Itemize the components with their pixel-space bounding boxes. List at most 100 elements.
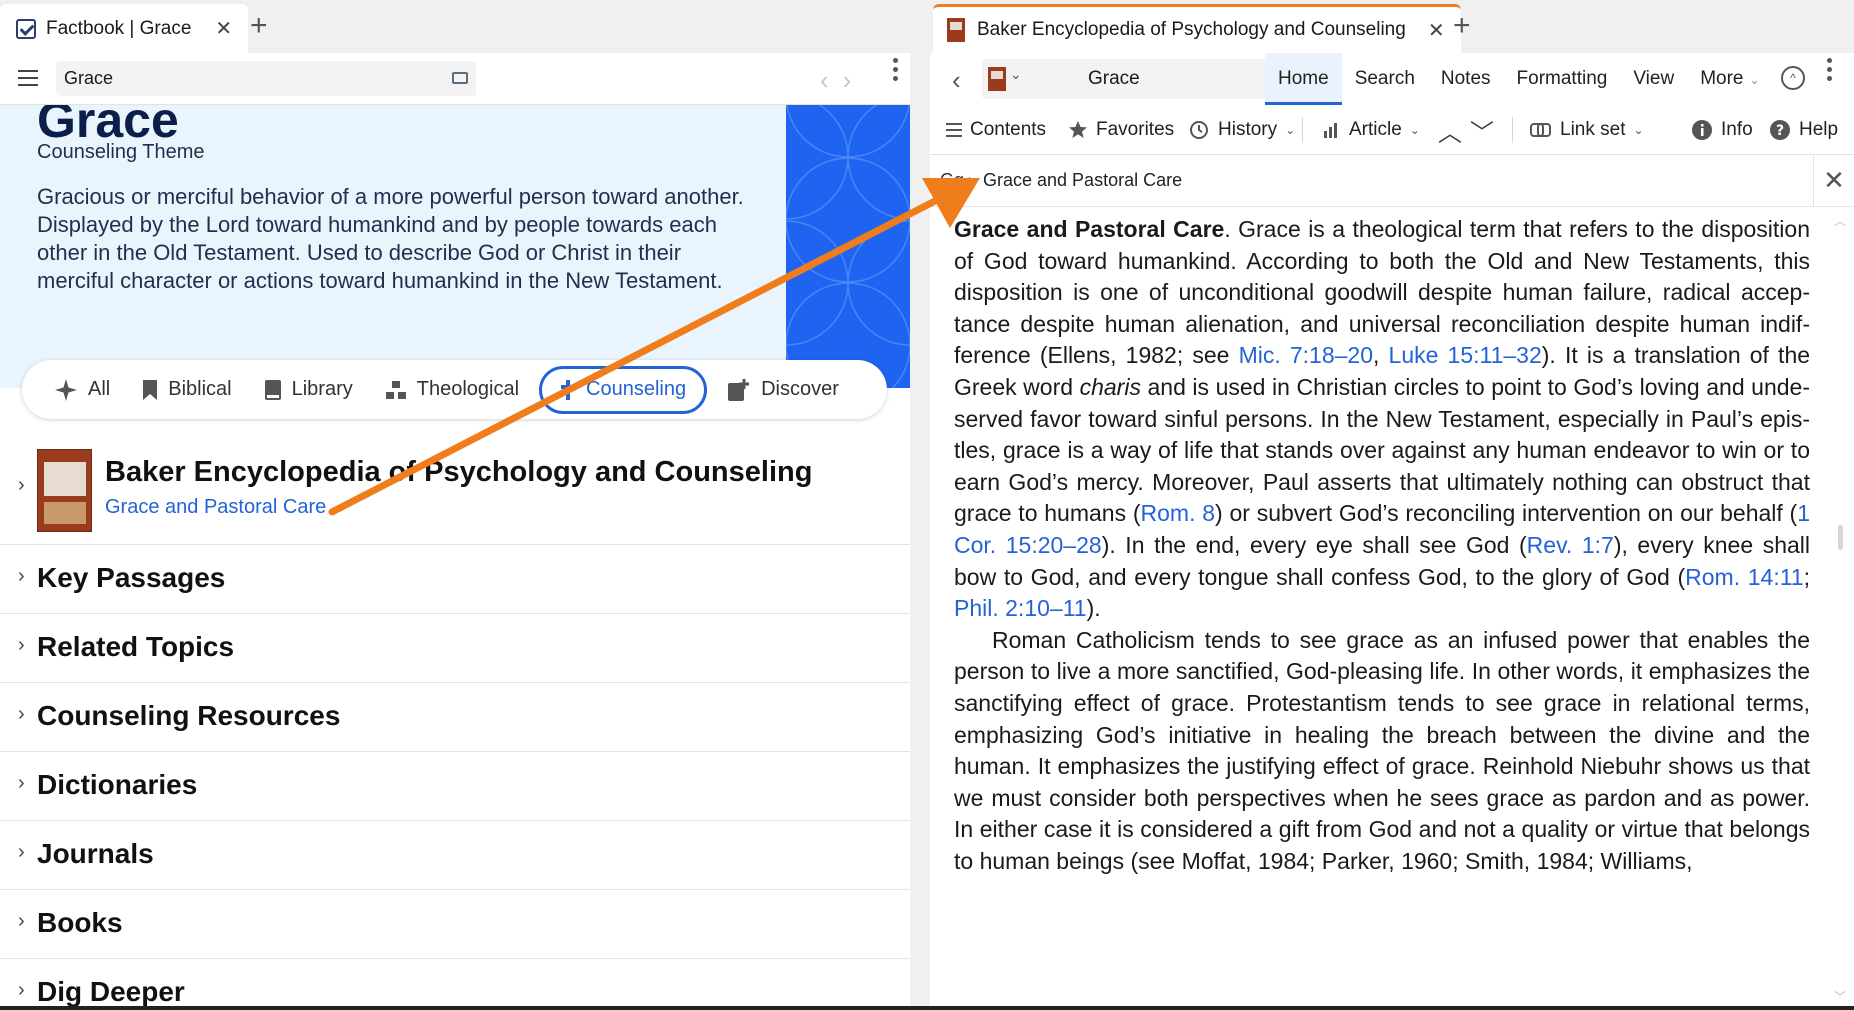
book-cover-image[interactable] <box>37 449 92 532</box>
breadcrumb-current[interactable]: Grace and Pastoral Care <box>983 170 1182 191</box>
left-tab-strip: Factbook | Grace ✕ + <box>0 0 910 53</box>
bookmark-icon <box>143 379 158 400</box>
menu-formatting[interactable]: Formatting <box>1504 53 1621 105</box>
reference-input[interactable]: Grace <box>1088 68 1140 90</box>
filter-label: Discover <box>761 378 839 400</box>
close-breadcrumb-icon[interactable]: ✕ <box>1813 155 1854 207</box>
filter-label: Theological <box>416 378 520 400</box>
scripture-link[interactable]: Mic. 7:18–20 <box>1239 342 1373 368</box>
forward-icon[interactable]: › <box>843 65 866 95</box>
book-result-row[interactable]: › Baker Encyclopedia of Psychology and C… <box>0 432 910 545</box>
back-icon[interactable]: ‹ <box>820 65 843 95</box>
breadcrumb-root[interactable]: Gg <box>940 170 964 191</box>
back-icon[interactable]: ‹ <box>952 65 961 96</box>
article-icon <box>1324 123 1337 138</box>
pane-splitter[interactable] <box>910 0 930 1010</box>
close-tab-icon[interactable]: ✕ <box>1428 18 1445 43</box>
new-tab-icon[interactable]: + <box>1453 8 1471 44</box>
book-article-link[interactable]: Grace and Pastoral Care <box>105 496 326 519</box>
expand-chevron-icon[interactable]: › <box>18 910 25 933</box>
resource-icon[interactable] <box>988 67 1006 91</box>
chevron-down-icon[interactable]: ⌄ <box>1010 66 1022 83</box>
scroll-down-icon[interactable]: ﹀ <box>1834 988 1846 1005</box>
section-journals[interactable]: › Journals <box>0 821 910 890</box>
section-dig-deeper[interactable]: › Dig Deeper <box>0 959 910 1010</box>
menu-home[interactable]: Home <box>1265 53 1342 105</box>
filter-library[interactable]: Library <box>252 366 365 414</box>
menu-icon[interactable] <box>18 70 38 86</box>
right-tab-strip: Baker Encyclopedia of Psychology and Cou… <box>930 0 1854 53</box>
expand-chevron-icon[interactable]: › <box>18 565 25 588</box>
info-button[interactable]: Info <box>1691 105 1753 155</box>
tab-factbook[interactable]: Factbook | Grace ✕ <box>0 4 249 53</box>
scripture-link[interactable]: Rom. 14:11 <box>1685 564 1803 590</box>
section-title: Counseling Resources <box>37 700 341 731</box>
scroll-top-icon[interactable]: ^ <box>1781 66 1805 90</box>
menu-notes[interactable]: Notes <box>1428 53 1504 105</box>
toolbar-divider <box>1302 117 1303 143</box>
topic-description: Gracious or merciful behavior of a more … <box>37 184 744 293</box>
book-title[interactable]: Baker Encyclopedia of Psychology and Cou… <box>105 456 812 489</box>
expand-chevron-icon[interactable]: › <box>18 772 25 795</box>
section-key-passages[interactable]: › Key Passages <box>0 545 910 614</box>
filter-all[interactable]: All <box>42 366 122 414</box>
history-nav: ‹› <box>820 65 865 96</box>
scroll-up-icon[interactable]: ︿ <box>1834 212 1846 229</box>
contents-button[interactable]: Contents <box>946 105 1046 155</box>
scripture-link[interactable]: Rom. 8 <box>1141 500 1216 526</box>
section-related-topics[interactable]: › Related Topics <box>0 614 910 683</box>
menu-view[interactable]: View <box>1620 53 1687 105</box>
filter-counseling[interactable]: Counseling <box>539 365 708 414</box>
section-counseling-resources[interactable]: › Counseling Resources <box>0 683 910 752</box>
factbook-address-bar: Grace ‹› <box>0 53 910 105</box>
filter-label: All <box>88 378 111 400</box>
book-icon <box>264 379 281 400</box>
section-title: Related Topics <box>37 631 235 662</box>
hierarchy-icon <box>385 380 406 399</box>
more-options-icon[interactable] <box>893 58 899 85</box>
article-text: ; <box>1803 563 1810 590</box>
next-article-icon[interactable]: ﹀ <box>1470 105 1494 155</box>
scrollbar-thumb[interactable] <box>1838 525 1843 550</box>
favorites-button[interactable]: Favorites <box>1068 105 1174 155</box>
menu-search[interactable]: Search <box>1342 53 1428 105</box>
help-button[interactable]: ? Help <box>1769 105 1838 155</box>
article-text: ). In the end, every eye shall see God ( <box>1101 531 1527 558</box>
filter-biblical[interactable]: Biblical <box>130 366 243 414</box>
scripture-link[interactable]: Luke 15:11–32 <box>1389 342 1542 368</box>
filter-discover[interactable]: Discover <box>715 366 851 414</box>
history-button[interactable]: History ⌄ <box>1188 105 1295 155</box>
hero-pattern-art <box>786 105 910 388</box>
keyboard-icon[interactable] <box>452 72 468 84</box>
more-options-icon[interactable] <box>1827 58 1833 85</box>
expand-chevron-icon[interactable]: › <box>18 703 25 726</box>
factbook-pane: Factbook | Grace ✕ + Grace ‹› Grace Coun… <box>0 0 910 1010</box>
filter-label: Library <box>291 378 353 400</box>
section-dictionaries[interactable]: › Dictionaries <box>0 752 910 821</box>
history-label: History <box>1218 119 1278 140</box>
section-title: Books <box>37 907 123 938</box>
expand-chevron-icon[interactable]: › <box>18 474 25 497</box>
article-nav-button[interactable]: Article ⌄ <box>1323 105 1420 155</box>
previous-article-icon[interactable]: ︿ <box>1438 105 1462 155</box>
expand-chevron-icon[interactable]: › <box>18 634 25 657</box>
filter-theological[interactable]: Theological <box>373 366 531 414</box>
close-tab-icon[interactable]: ✕ <box>215 16 232 41</box>
reference-box[interactable]: ⌄ Grace <box>982 59 1284 99</box>
filter-label: Biblical <box>168 378 232 400</box>
breadcrumb: Gg › Grace and Pastoral Care ✕ <box>930 155 1854 207</box>
scripture-link[interactable]: Rev. 1:7 <box>1527 532 1614 558</box>
scripture-link[interactable]: Phil. 2:10–11 <box>954 595 1087 621</box>
topic-type: Counseling Theme <box>37 141 205 163</box>
tab-baker-encyclopedia[interactable]: Baker Encyclopedia of Psychology and Cou… <box>933 4 1461 53</box>
expand-chevron-icon[interactable]: › <box>18 841 25 864</box>
section-books[interactable]: › Books <box>0 890 910 959</box>
new-tab-icon[interactable]: + <box>250 8 268 44</box>
menu-more[interactable]: More ⌄ <box>1687 53 1772 105</box>
link-set-button[interactable]: Link set ⌄ <box>1530 105 1644 155</box>
expand-chevron-icon[interactable]: › <box>18 979 25 1002</box>
section-title: Key Passages <box>37 562 226 593</box>
contents-label: Contents <box>970 119 1047 140</box>
factbook-search-input[interactable]: Grace <box>56 61 476 96</box>
help-icon: ? <box>1770 120 1790 140</box>
